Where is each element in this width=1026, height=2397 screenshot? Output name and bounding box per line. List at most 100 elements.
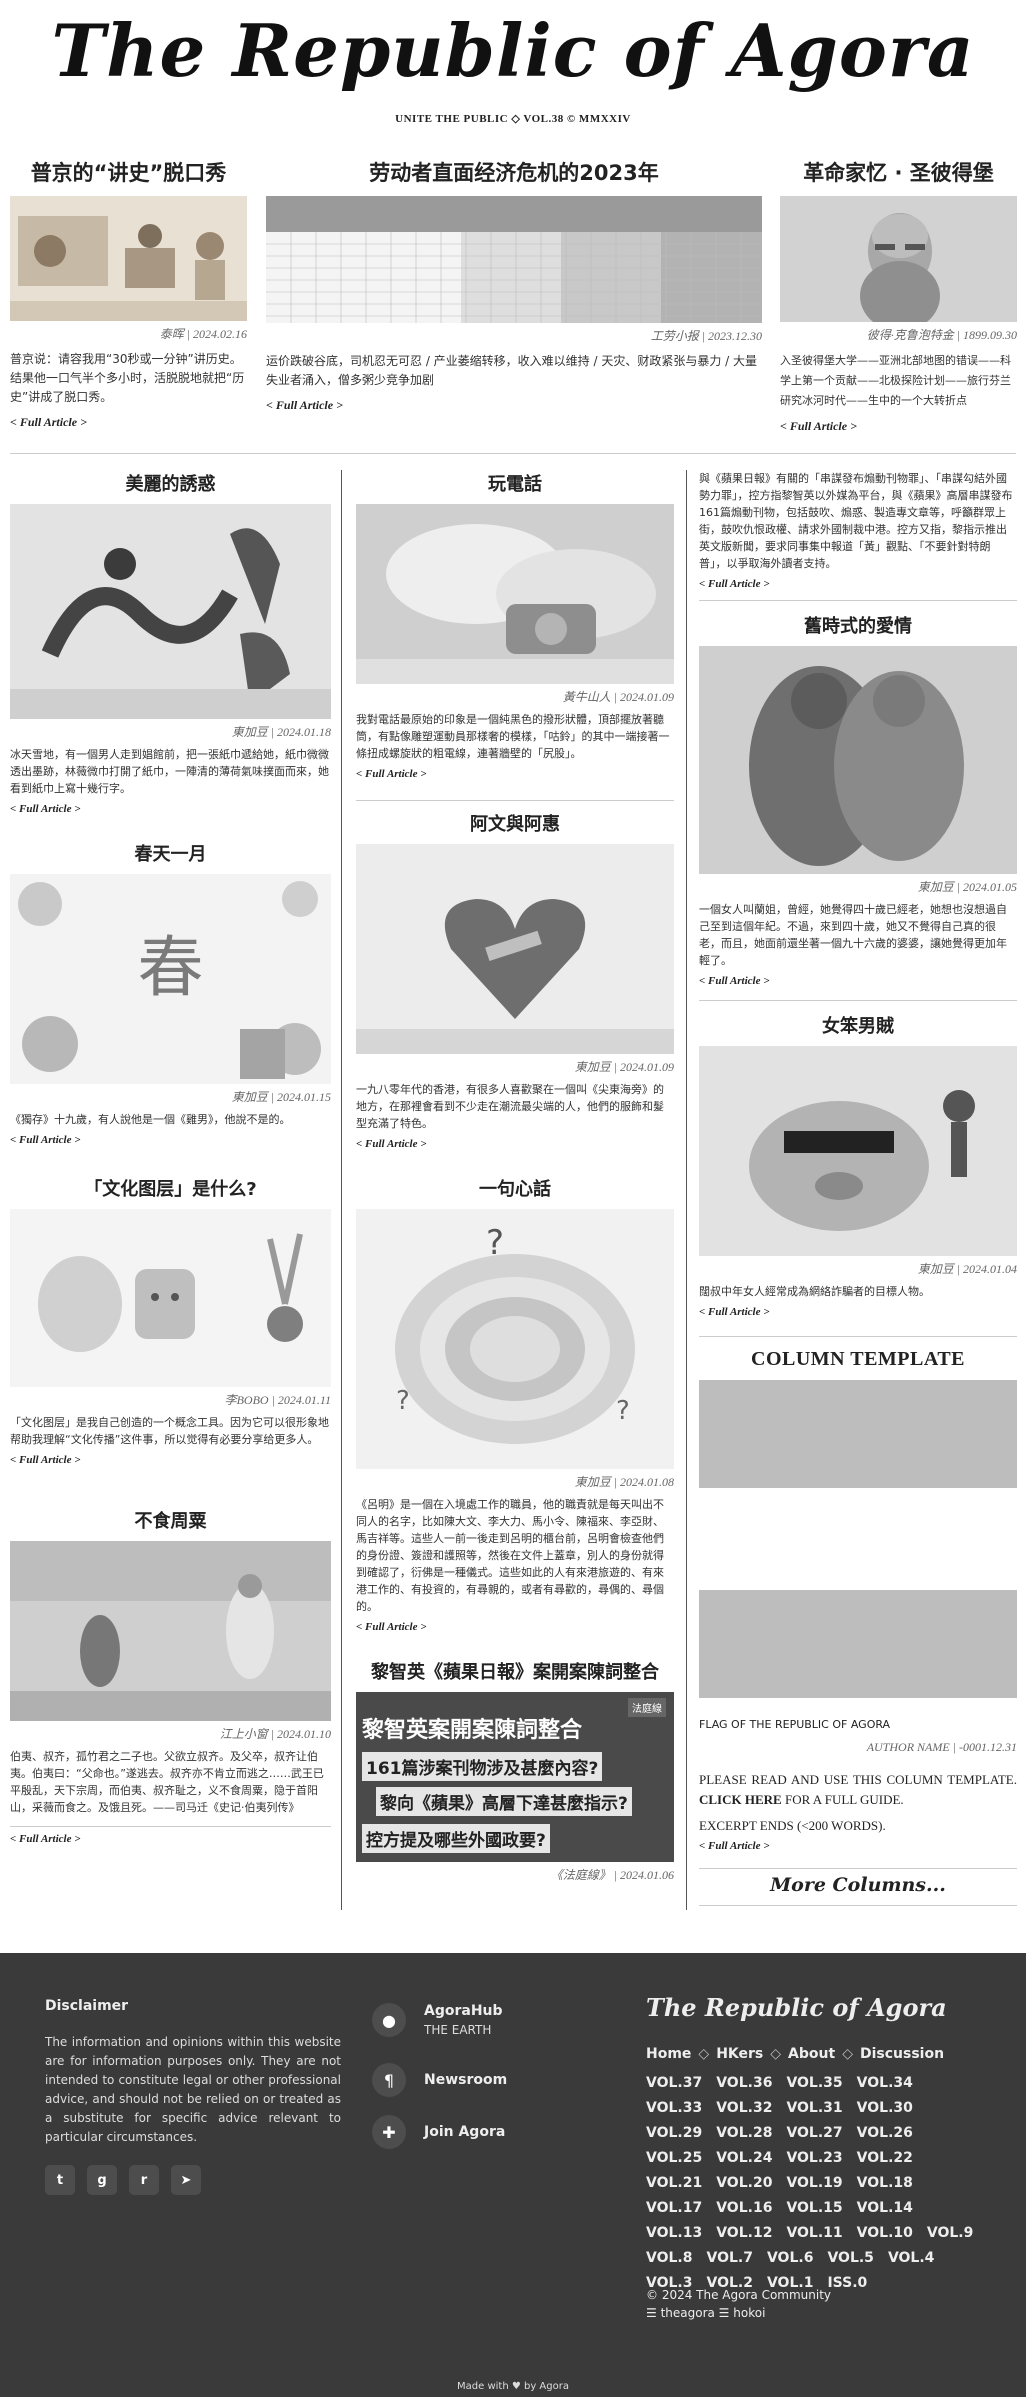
volume-link[interactable]: VOL.6 bbox=[767, 2246, 813, 2271]
volume-link[interactable]: VOL.22 bbox=[857, 2146, 913, 2171]
volume-link[interactable]: VOL.37 bbox=[646, 2071, 702, 2096]
volume-link[interactable]: VOL.24 bbox=[716, 2146, 772, 2171]
volume-link[interactable]: VOL.23 bbox=[786, 2146, 842, 2171]
github-icon[interactable]: g bbox=[87, 2165, 117, 2195]
footer-nav-hkers[interactable]: HKers bbox=[716, 2046, 763, 2062]
volume-link[interactable]: VOL.11 bbox=[786, 2221, 842, 2246]
volume-link[interactable]: VOL.30 bbox=[857, 2096, 913, 2121]
volume-link[interactable]: VOL.13 bbox=[646, 2221, 702, 2246]
volume-link[interactable]: ISS.0 bbox=[827, 2271, 867, 2296]
full-article-link[interactable]: Full Article bbox=[780, 419, 857, 434]
article-headline[interactable]: 不食周粟 bbox=[10, 1507, 331, 1533]
article-headline[interactable]: 「文化图层」是什么? bbox=[10, 1175, 331, 1201]
volume-link[interactable]: VOL.12 bbox=[716, 2221, 772, 2246]
full-article-link[interactable]: Full Article bbox=[699, 1306, 770, 1318]
volume-link[interactable]: VOL.7 bbox=[706, 2246, 752, 2271]
volume-link[interactable]: VOL.14 bbox=[857, 2196, 913, 2221]
article-meta: AUTHOR NAME | -0001.12.31 bbox=[866, 1740, 1017, 1754]
article-headline[interactable]: 春天一月 bbox=[10, 840, 331, 866]
footer-link-agorahub[interactable]: ● AgoraHub THE EARTH bbox=[372, 2003, 503, 2037]
volume-link[interactable]: VOL.25 bbox=[646, 2146, 702, 2171]
footer-link-newsroom[interactable]: ¶ Newsroom bbox=[372, 2063, 507, 2097]
volume-link[interactable]: VOL.27 bbox=[786, 2121, 842, 2146]
flag-image-placeholder[interactable] bbox=[699, 1590, 1017, 1698]
full-article-link[interactable]: Full Article bbox=[356, 1138, 427, 1150]
volume-link[interactable]: VOL.21 bbox=[646, 2171, 702, 2196]
volume-link[interactable]: VOL.28 bbox=[716, 2121, 772, 2146]
volume-link[interactable]: VOL.31 bbox=[786, 2096, 842, 2121]
full-article-link[interactable]: Full Article bbox=[356, 1621, 427, 1633]
full-article-link[interactable]: Full Article bbox=[10, 1833, 81, 1845]
article-headline[interactable]: 舊時式的愛情 bbox=[699, 612, 1017, 638]
article-image[interactable] bbox=[356, 504, 674, 684]
article-meta: 彼得·克鲁泡特金 | 1899.09.30 bbox=[866, 328, 1017, 342]
footer-nav-discussion[interactable]: Discussion bbox=[860, 2046, 944, 2062]
volume-link[interactable]: VOL.16 bbox=[716, 2196, 772, 2221]
template-title[interactable]: COLUMN TEMPLATE bbox=[699, 1348, 1017, 1371]
full-article-link[interactable]: Full Article bbox=[356, 768, 427, 780]
volume-link[interactable]: VOL.32 bbox=[716, 2096, 772, 2121]
volume-link[interactable]: VOL.15 bbox=[786, 2196, 842, 2221]
full-article-link[interactable]: Full Article bbox=[10, 415, 87, 430]
volume-link[interactable]: VOL.29 bbox=[646, 2121, 702, 2146]
footer-nav-about[interactable]: About bbox=[788, 2046, 835, 2062]
article-image[interactable] bbox=[10, 196, 247, 321]
article-image[interactable] bbox=[780, 196, 1017, 322]
masthead-title[interactable]: The Republic of Agora bbox=[0, 8, 1026, 93]
article-image[interactable]: 春 bbox=[10, 874, 331, 1084]
volume-link[interactable]: VOL.10 bbox=[857, 2221, 913, 2246]
template-guide-link[interactable]: CLICK HERE bbox=[699, 1792, 782, 1807]
full-article-link[interactable]: Full Article bbox=[699, 578, 770, 590]
article-headline[interactable]: 劳动者直面经济危机的2023年 bbox=[266, 157, 762, 187]
article-headline[interactable]: 玩電話 bbox=[356, 470, 674, 496]
full-article-link[interactable]: Full Article bbox=[10, 803, 81, 815]
article-headline[interactable]: 一句心話 bbox=[356, 1175, 674, 1201]
volume-link[interactable]: VOL.35 bbox=[786, 2071, 842, 2096]
reddit-icon[interactable]: r bbox=[129, 2165, 159, 2195]
article-headline[interactable]: 黎智英《蘋果日報》案開案陳詞整合 bbox=[356, 1658, 674, 1684]
volume-link[interactable]: VOL.36 bbox=[716, 2071, 772, 2096]
article-summary: 我對電話最原始的印象是一個純黑色的撥形狀體，頂部擺放著聽筒，有點像雕塑運動員那樣… bbox=[356, 713, 670, 760]
article-headline[interactable]: 阿文與阿惠 bbox=[356, 810, 674, 836]
article-image[interactable]: 法庭線 黎智英案開案陳詞整合 161篇涉案刊物涉及甚麼內容? 黎向《蘋果》高層下… bbox=[356, 1692, 674, 1862]
article-image[interactable] bbox=[10, 504, 331, 719]
top-article-kropotkin: 革命家忆 · 圣彼得堡 彼得·克鲁泡特金 | 1899.09.30 入圣彼得堡大… bbox=[780, 150, 1017, 434]
volume-link[interactable]: VOL.5 bbox=[827, 2246, 873, 2271]
volume-link[interactable]: VOL.8 bbox=[646, 2246, 692, 2271]
full-article-link[interactable]: Full Article bbox=[10, 1134, 81, 1146]
article-headline[interactable]: 女笨男賊 bbox=[699, 1012, 1017, 1038]
footer-brand[interactable]: The Republic of Agora bbox=[646, 1993, 947, 2022]
volume-link[interactable]: VOL.9 bbox=[927, 2221, 973, 2246]
article-headline[interactable]: 普京的“讲史”脱口秀 bbox=[10, 157, 247, 187]
article-image[interactable] bbox=[699, 1046, 1017, 1256]
template-instructions: PLEASE READ AND USE THIS COLUMN TEMPLATE… bbox=[699, 1770, 1017, 1810]
article-image[interactable] bbox=[699, 646, 1017, 874]
volume-link[interactable]: VOL.26 bbox=[857, 2121, 913, 2146]
volume-link[interactable]: VOL.18 bbox=[857, 2171, 913, 2196]
full-article-link[interactable]: Full Article bbox=[699, 975, 770, 987]
volume-link[interactable]: VOL.19 bbox=[786, 2171, 842, 2196]
footer-nav-home[interactable]: Home bbox=[646, 2046, 691, 2062]
template-image-placeholder[interactable] bbox=[699, 1380, 1017, 1488]
article-image[interactable] bbox=[10, 1541, 331, 1721]
article-image[interactable] bbox=[10, 1209, 331, 1387]
twitter-icon[interactable]: t bbox=[45, 2165, 75, 2195]
volume-link[interactable]: VOL.33 bbox=[646, 2096, 702, 2121]
telegram-icon[interactable]: ➤ bbox=[171, 2165, 201, 2195]
article-headline[interactable]: 美麗的誘惑 bbox=[10, 470, 331, 496]
footer-link-join[interactable]: ✚ Join Agora bbox=[372, 2115, 505, 2149]
credits-text[interactable]: ☰ theagora ☰ hokoi bbox=[646, 2304, 831, 2322]
more-columns-link[interactable]: More Columns... bbox=[699, 1874, 1017, 1896]
full-article-link[interactable]: Full Article bbox=[699, 1840, 770, 1852]
volume-link[interactable]: VOL.34 bbox=[857, 2071, 913, 2096]
volume-link[interactable]: VOL.4 bbox=[888, 2246, 934, 2271]
article-card: 黎智英《蘋果日報》案開案陳詞整合 法庭線 黎智英案開案陳詞整合 161篇涉案刊物… bbox=[356, 1658, 674, 1883]
article-image[interactable]: ? ? ? bbox=[356, 1209, 674, 1469]
volume-link[interactable]: VOL.17 bbox=[646, 2196, 702, 2221]
article-image[interactable] bbox=[356, 844, 674, 1054]
full-article-link[interactable]: Full Article bbox=[266, 398, 343, 413]
full-article-link[interactable]: Full Article bbox=[10, 1454, 81, 1466]
article-image[interactable] bbox=[266, 196, 762, 323]
article-headline[interactable]: 革命家忆 · 圣彼得堡 bbox=[780, 157, 1017, 187]
volume-link[interactable]: VOL.20 bbox=[716, 2171, 772, 2196]
